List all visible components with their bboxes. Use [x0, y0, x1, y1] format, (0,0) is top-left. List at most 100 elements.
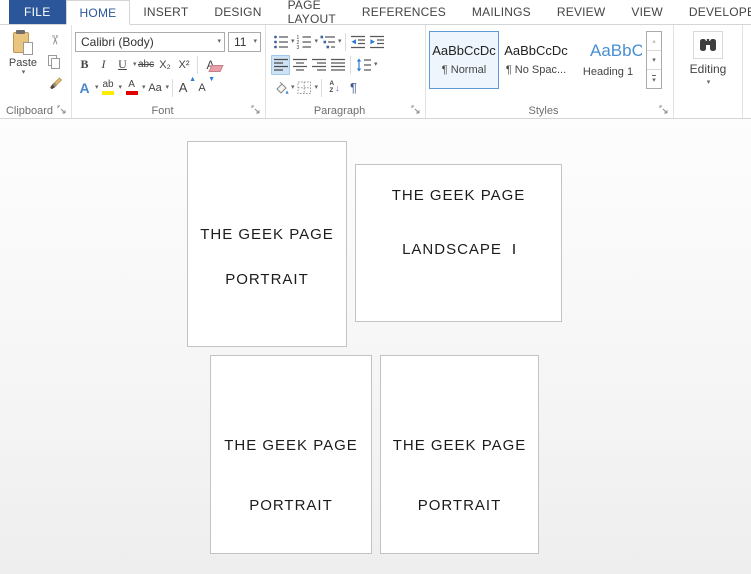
format-painter-button[interactable] [45, 74, 64, 94]
borders-dropdown-arrow[interactable]: ▾ [315, 84, 319, 91]
tab-references[interactable]: REFERENCES [349, 0, 459, 24]
tab-home[interactable]: HOME [66, 0, 131, 25]
align-center-icon [292, 58, 308, 72]
styles-group-label: Styles [426, 105, 661, 117]
align-right-button[interactable] [309, 55, 328, 75]
page-2-landscape[interactable]: THE GEEK PAGE LANDSCAPE [355, 164, 562, 322]
numbering-button[interactable]: 1 2 3 [295, 32, 314, 52]
scissors-icon: ✂ [47, 35, 63, 46]
font-name-combobox[interactable]: Calibri (Body) ▾ [75, 32, 225, 52]
page-text-line: THE GEEK PAGE [381, 437, 538, 454]
line-spacing-dropdown-arrow[interactable]: ▾ [374, 61, 378, 68]
change-case-dropdown-arrow[interactable]: ▾ [166, 84, 170, 91]
shading-button[interactable] [271, 78, 290, 98]
tab-developer[interactable]: DEVELOPER [676, 0, 751, 24]
tab-view[interactable]: VIEW [618, 0, 675, 24]
multilevel-dropdown-arrow[interactable]: ▾ [338, 38, 342, 45]
font-size-dropdown-arrow[interactable]: ▾ [253, 38, 257, 45]
numbered-list-icon: 1 2 3 [296, 35, 312, 49]
tab-review[interactable]: REVIEW [544, 0, 619, 24]
copy-icon [48, 55, 61, 69]
eraser-icon [208, 65, 223, 72]
font-size-combobox[interactable]: 11 ▾ [228, 32, 261, 52]
clipboard-group: Paste ▾ ✂ [0, 25, 72, 118]
multilevel-list-icon [320, 35, 336, 49]
document-canvas[interactable]: THE GEEK PAGE PORTRAIT THE GEEK PAGE LAN… [0, 119, 751, 574]
divider [197, 56, 198, 74]
editing-button[interactable]: Editing ▾ [690, 31, 727, 86]
cut-button[interactable]: ✂ [45, 30, 64, 50]
superscript-button[interactable]: X² [175, 55, 194, 75]
grow-font-button[interactable]: A▲ [176, 78, 195, 98]
paragraph-dialog-launcher-icon[interactable] [411, 105, 421, 115]
word-window: FILE HOME INSERT DESIGN PAGE LAYOUT REFE… [0, 0, 751, 574]
bullets-button[interactable] [271, 32, 290, 52]
styles-more-button[interactable]: ▾ [647, 70, 661, 88]
shrink-font-button[interactable]: A▼ [195, 78, 214, 98]
highlight-color-button[interactable]: ab [99, 78, 118, 98]
style-card-normal[interactable]: AaBbCcDc ¶ Normal [429, 31, 499, 89]
show-hide-formatting-button[interactable]: ¶ [344, 78, 363, 98]
page-text-line: THE GEEK PAGE [188, 226, 346, 243]
page-1-portrait[interactable]: THE GEEK PAGE PORTRAIT [187, 141, 347, 347]
tab-file[interactable]: FILE [9, 0, 66, 24]
divider [172, 79, 173, 97]
highlight-color-bar-icon [102, 91, 114, 95]
ribbon-tab-bar: FILE HOME INSERT DESIGN PAGE LAYOUT REFE… [0, 0, 751, 25]
styles-dialog-launcher-icon[interactable] [659, 105, 669, 115]
paragraph-group: ▾ 1 2 3 ▾ [266, 25, 426, 118]
style-name: Heading 1 [583, 66, 633, 78]
copy-button[interactable] [45, 52, 64, 72]
styles-scrollbar: ▴ ▾ ▾ [646, 31, 662, 89]
increase-indent-icon [369, 35, 385, 49]
paste-dropdown-arrow[interactable]: ▾ [22, 69, 26, 76]
style-preview: AaBbCcDc [504, 44, 568, 58]
styles-scroll-up-button[interactable]: ▴ [647, 32, 661, 51]
align-center-button[interactable] [290, 55, 309, 75]
multilevel-list-button[interactable] [318, 32, 337, 52]
page-3-portrait[interactable]: THE GEEK PAGE PORTRAIT [210, 355, 372, 554]
page-text-line: THE GEEK PAGE [356, 187, 561, 204]
editing-group: Editing ▾ [674, 25, 743, 118]
font-color-letter: A [128, 80, 135, 90]
divider [350, 56, 351, 74]
tab-mailings[interactable]: MAILINGS [459, 0, 544, 24]
page-text-line: PORTRAIT [381, 497, 538, 514]
page-text-line: THE GEEK PAGE [211, 437, 371, 454]
page-4-portrait[interactable]: THE GEEK PAGE PORTRAIT [380, 355, 539, 554]
font-color-button[interactable]: A [122, 78, 141, 98]
decrease-indent-button[interactable] [349, 32, 368, 52]
change-case-button[interactable]: Aa [146, 78, 165, 98]
tab-insert[interactable]: INSERT [130, 0, 201, 24]
format-painter-icon [47, 76, 63, 92]
clear-formatting-button[interactable]: A [201, 55, 221, 75]
paint-bucket-icon [273, 81, 289, 95]
sort-button[interactable]: A Z ↓ [325, 78, 344, 98]
style-card-heading1[interactable]: AaBbCc Heading 1 [573, 31, 643, 89]
clipboard-dialog-launcher-icon[interactable] [57, 105, 67, 115]
styles-scroll-down-button[interactable]: ▾ [647, 51, 661, 70]
text-effects-button[interactable]: A [75, 78, 94, 98]
justify-button[interactable] [328, 55, 347, 75]
strikethrough-button[interactable]: abc [137, 55, 156, 75]
paste-label: Paste [9, 57, 37, 69]
subscript-button[interactable]: X₂ [156, 55, 175, 75]
increase-indent-button[interactable] [368, 32, 387, 52]
style-card-no-spacing[interactable]: AaBbCcDc ¶ No Spac... [501, 31, 571, 89]
font-group: Calibri (Body) ▾ 11 ▾ B I U ▾ abc X₂ X² … [72, 25, 266, 118]
borders-button[interactable] [295, 78, 314, 98]
align-left-button[interactable] [271, 55, 290, 75]
bold-button[interactable]: B [75, 55, 94, 75]
align-left-icon [273, 58, 289, 72]
italic-button[interactable]: I [94, 55, 113, 75]
editing-dropdown-arrow[interactable]: ▾ [707, 79, 711, 86]
paste-button[interactable]: Paste ▾ [3, 30, 43, 102]
tab-page-layout[interactable]: PAGE LAYOUT [275, 0, 349, 24]
font-dialog-launcher-icon[interactable] [251, 105, 261, 115]
line-spacing-button[interactable] [354, 55, 373, 75]
tab-design[interactable]: DESIGN [201, 0, 274, 24]
font-name-dropdown-arrow[interactable]: ▾ [217, 38, 221, 45]
style-name: ¶ Normal [442, 64, 486, 76]
divider [321, 79, 322, 97]
underline-button[interactable]: U [113, 55, 132, 75]
